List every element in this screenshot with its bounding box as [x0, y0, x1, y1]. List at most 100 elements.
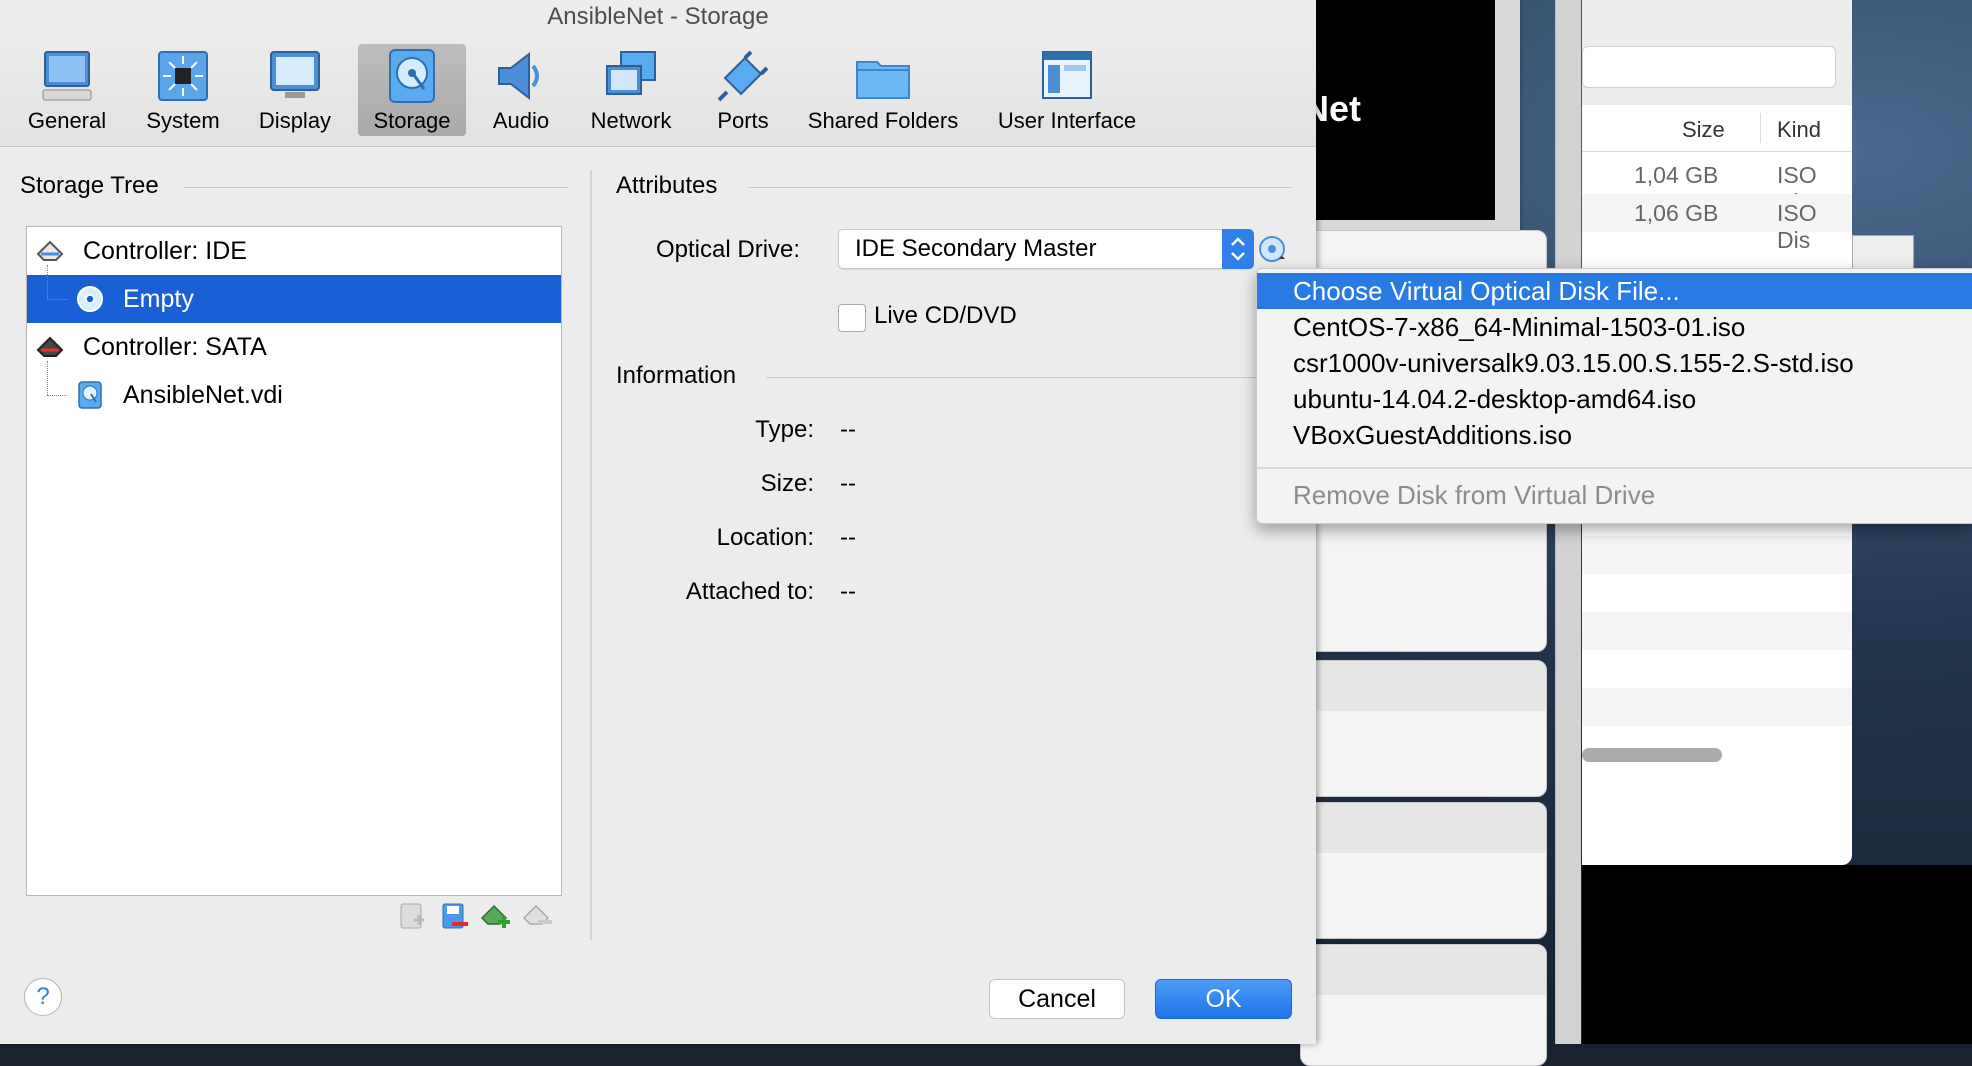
- settings-toolbar: General System Display Storage Audio Net…: [0, 36, 1316, 147]
- storage-tree: Controller: IDE Empty Controller: SATA A…: [26, 226, 562, 896]
- finder-kind: ISO Dis: [1777, 200, 1817, 253]
- toolbar-label: Shared Folders: [807, 108, 959, 133]
- attributes-heading: Attributes: [616, 172, 718, 199]
- toolbar-audio[interactable]: Audio: [474, 44, 568, 136]
- finder-row[interactable]: 1,06 GB ISO Dis: [1582, 194, 1852, 253]
- tree-row-vdi[interactable]: AnsibleNet.vdi: [27, 371, 561, 419]
- info-attached-key: Attached to:: [685, 578, 814, 605]
- finder-col-size[interactable]: Size: [1682, 117, 1725, 143]
- toolbar-label: Storage: [373, 108, 451, 133]
- sata-controller-icon: [36, 336, 64, 357]
- menu-item-iso[interactable]: csr1000v-universalk9.03.15.00.S.155-2.S-…: [1257, 345, 1972, 381]
- menu-item-label: VBoxGuestAdditions.iso: [1293, 420, 1572, 450]
- info-size-key: Size:: [760, 470, 814, 497]
- toolbar-system[interactable]: System: [136, 44, 230, 136]
- toolbar-ports[interactable]: Ports: [696, 44, 790, 136]
- toolbar-shared-folders[interactable]: Shared Folders: [800, 44, 966, 136]
- optical-drive-value: IDE Secondary Master: [855, 235, 1097, 262]
- live-cd-checkbox[interactable]: [838, 304, 866, 332]
- toolbar-label: General: [27, 108, 107, 133]
- tree-label: Controller: IDE: [83, 237, 247, 265]
- toolbar-general[interactable]: General: [20, 44, 114, 136]
- optical-drive-select[interactable]: IDE Secondary Master: [838, 229, 1254, 269]
- live-cd-label[interactable]: Live CD/DVD: [874, 302, 1017, 330]
- divider: [184, 187, 568, 188]
- chevron-updown-icon: [1231, 237, 1245, 261]
- add-attachment-icon[interactable]: [396, 900, 428, 932]
- info-location-key: Location:: [716, 524, 814, 551]
- info-size-value: --: [840, 470, 856, 497]
- optical-drive-label: Optical Drive:: [656, 236, 801, 263]
- display-icon: [270, 51, 320, 98]
- tree-connector: [47, 361, 48, 395]
- toolbar-display[interactable]: Display: [248, 44, 342, 136]
- pane-divider[interactable]: [590, 170, 592, 940]
- finder-thumbnail: [1852, 235, 1914, 269]
- help-button[interactable]: ?: [24, 978, 62, 1016]
- finder-col-kind[interactable]: Kind: [1777, 117, 1821, 143]
- tree-label: Empty: [123, 285, 194, 313]
- finder-size: 1,04 GB: [1634, 162, 1719, 188]
- monitor-icon: [42, 51, 92, 101]
- storage-tree-buttons: [396, 900, 566, 936]
- menu-item-label: ubuntu-14.04.2-desktop-amd64.iso: [1293, 384, 1697, 414]
- chip-icon: [158, 51, 208, 101]
- plug-icon: [717, 50, 769, 102]
- menu-item-iso[interactable]: ubuntu-14.04.2-desktop-amd64.iso: [1257, 381, 1972, 417]
- toolbar-label: Audio: [492, 108, 550, 133]
- menu-item-label: CentOS-7-x86_64-Minimal-1503-01.iso: [1293, 312, 1746, 342]
- toolbar-storage[interactable]: Storage: [358, 44, 466, 136]
- info-type-value: --: [840, 416, 856, 443]
- toolbar-user-interface[interactable]: User Interface: [990, 44, 1144, 136]
- speaker-icon: [498, 51, 539, 101]
- choose-disk-icon[interactable]: [1257, 234, 1287, 264]
- background-card: [1300, 802, 1547, 939]
- toolbar-label: System: [146, 108, 220, 133]
- menu-item-iso[interactable]: CentOS-7-x86_64-Minimal-1503-01.iso: [1257, 309, 1972, 345]
- ok-button[interactable]: OK: [1155, 979, 1292, 1019]
- background-black-area: [1582, 865, 1972, 1044]
- remove-controller-icon[interactable]: [522, 900, 554, 932]
- menu-separator: [1257, 467, 1972, 469]
- menu-item-iso[interactable]: VBoxGuestAdditions.iso: [1257, 417, 1972, 453]
- toolbar-network[interactable]: Network: [584, 44, 678, 136]
- tree-row-empty[interactable]: Empty: [27, 275, 561, 323]
- optical-disc-icon: [77, 286, 103, 312]
- cancel-button[interactable]: Cancel: [989, 979, 1125, 1019]
- add-controller-icon[interactable]: [480, 900, 512, 932]
- toolbar-label: User Interface: [997, 108, 1137, 133]
- finder-scrollbar[interactable]: [1582, 748, 1722, 762]
- harddisk-icon: [389, 49, 435, 103]
- tree-row-controller-sata[interactable]: Controller: SATA: [27, 323, 561, 371]
- background-card: [1300, 944, 1547, 1066]
- remove-attachment-icon[interactable]: [438, 900, 470, 932]
- finder-search-field[interactable]: [1582, 46, 1836, 88]
- info-attached-value: --: [840, 578, 856, 605]
- toolbar-label: Network: [590, 108, 672, 133]
- tree-connector: [47, 395, 67, 396]
- folder-icon: [856, 61, 910, 99]
- background-card: [1300, 660, 1547, 797]
- select-stepper[interactable]: [1222, 229, 1254, 269]
- vm-preview-window: eNet: [1280, 0, 1520, 240]
- network-icon: [606, 51, 656, 95]
- ide-controller-icon: [36, 240, 64, 261]
- tree-connector: [47, 265, 48, 299]
- toolbar-label: Display: [258, 108, 332, 133]
- menu-item-label: Remove Disk from Virtual Drive: [1293, 480, 1656, 510]
- finder-size: 1,06 GB: [1634, 200, 1719, 226]
- information-heading: Information: [616, 362, 737, 389]
- window-icon: [1042, 51, 1092, 99]
- tree-connector: [47, 299, 67, 300]
- storage-settings-dialog: AnsibleNet - Storage General System Disp…: [0, 0, 1316, 1044]
- tree-row-controller-ide[interactable]: Controller: IDE: [27, 227, 561, 275]
- finder-column-header: Size Kind: [1582, 105, 1852, 152]
- finder-row[interactable]: 1,04 GB ISO Dis: [1582, 156, 1852, 215]
- menu-item-label: csr1000v-universalk9.03.15.00.S.155-2.S-…: [1293, 348, 1854, 378]
- tree-label: AnsibleNet.vdi: [123, 381, 283, 409]
- storage-tree-heading: Storage Tree: [20, 172, 159, 199]
- window-title: AnsibleNet - Storage: [547, 3, 769, 30]
- info-type-key: Type:: [755, 416, 814, 443]
- menu-item-remove-disk: Remove Disk from Virtual Drive: [1257, 477, 1972, 513]
- menu-item-choose-file[interactable]: Choose Virtual Optical Disk File...: [1257, 273, 1972, 309]
